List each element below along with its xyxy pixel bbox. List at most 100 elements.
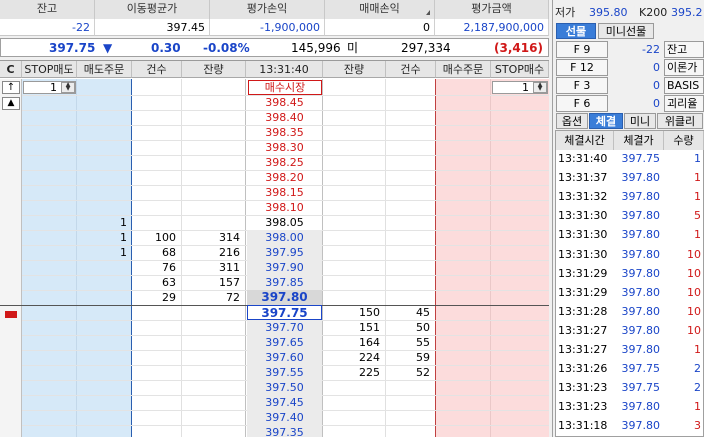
- futures-value: -22: [642, 43, 660, 56]
- bid-price[interactable]: 397.40: [247, 410, 322, 425]
- trade-price: 397.80: [621, 247, 661, 261]
- bid-remain: 225: [359, 366, 380, 379]
- balance-value: -22: [0, 19, 95, 36]
- ask-price[interactable]: 398.20: [247, 170, 322, 185]
- trade-qty: 1: [694, 228, 701, 242]
- ask-price[interactable]: 397.95: [247, 245, 322, 260]
- ob-header-time: 13:31:40: [246, 61, 323, 78]
- ask-price[interactable]: 398.00: [247, 230, 322, 245]
- low-value: 395.80: [589, 6, 628, 19]
- current-price-marker-icon: [5, 311, 17, 318]
- change-rate: -0.08%: [203, 41, 250, 55]
- futures-code[interactable]: F 6: [556, 95, 608, 112]
- futures-row[interactable]: F 3 0 BASIS: [556, 77, 704, 95]
- tab-mini[interactable]: 미니: [624, 113, 656, 129]
- k200-label: K200: [639, 6, 668, 19]
- trade-qty: 10: [687, 247, 701, 261]
- tab-futures[interactable]: 선물: [556, 23, 596, 39]
- ask-remain: 157: [219, 276, 240, 289]
- bid-price[interactable]: 397.35: [247, 425, 322, 437]
- futures-field-label: BASIS: [664, 77, 704, 94]
- trade-qty: 1: [694, 400, 701, 414]
- ask-count: 68: [162, 246, 176, 259]
- sort-triangle-icon: [426, 10, 430, 15]
- bid-price[interactable]: 397.60: [247, 350, 322, 365]
- trade-time: 13:31:30: [558, 228, 608, 242]
- trade-price: 397.80: [621, 419, 661, 433]
- bid-price[interactable]: 397.50: [247, 380, 322, 395]
- side-triangle-up-icon[interactable]: ▲: [2, 97, 20, 110]
- trade-time: 13:31:27: [558, 343, 608, 356]
- ask-price[interactable]: 397.80: [247, 290, 322, 305]
- open-interest: 297,334: [401, 41, 451, 55]
- ob-header-c[interactable]: C: [0, 61, 22, 78]
- bid-price[interactable]: 397.65: [247, 335, 322, 350]
- trade-time: 13:31:37: [558, 171, 608, 185]
- tab-trades[interactable]: 체결: [589, 113, 623, 129]
- futures-value: 0: [653, 79, 660, 92]
- header-eval-amount: 평가금액: [435, 0, 549, 19]
- trade-price: 397.80: [621, 266, 661, 280]
- trade-qty: 10: [687, 323, 701, 337]
- trade-time: 13:31:26: [558, 362, 608, 376]
- ask-price[interactable]: 398.05: [247, 215, 322, 230]
- stop-sell-spinner[interactable]: ▲ ▼: [61, 82, 75, 93]
- buy-remain-column: [323, 79, 386, 437]
- ask-order-count: 1: [120, 216, 127, 229]
- bid-count: 59: [416, 351, 430, 364]
- tab-mini-futures[interactable]: 미니선물: [598, 23, 654, 39]
- stop-sell-qty-value: 1: [50, 81, 57, 94]
- ask-price[interactable]: 397.90: [247, 260, 322, 275]
- stop-sell-column[interactable]: [22, 79, 77, 437]
- trade-time: 13:31:40: [558, 152, 608, 165]
- eval-amount-value: 2,187,900,000: [435, 19, 549, 36]
- stop-buy-column[interactable]: [491, 79, 549, 437]
- futures-row[interactable]: F 9 -22 잔고: [556, 41, 704, 59]
- trade-time: 13:31:18: [558, 419, 608, 433]
- trade-qty: 10: [687, 304, 701, 318]
- ob-header-sell-count: 건수: [132, 61, 182, 78]
- ask-price[interactable]: 398.45: [247, 95, 322, 110]
- ask-price[interactable]: 398.35: [247, 125, 322, 140]
- stop-buy-qty-value: 1: [522, 81, 529, 94]
- futures-row[interactable]: F 12 0 이론가: [556, 59, 704, 77]
- futures-code[interactable]: F 9: [556, 41, 608, 58]
- bid-price[interactable]: 397.75: [247, 305, 322, 320]
- bid-price[interactable]: 397.55: [247, 365, 322, 380]
- ask-price[interactable]: 397.85: [247, 275, 322, 290]
- ask-price[interactable]: 398.15: [247, 185, 322, 200]
- price-bar: 397.75 ▼ 0.30 -0.08% 145,996 미 297,334 (…: [0, 38, 549, 57]
- futures-row[interactable]: F 6 0 괴리율: [556, 95, 704, 113]
- ob-header-sell-remain: 잔량: [182, 61, 246, 78]
- bid-remain: 224: [359, 351, 380, 364]
- buy-order-column[interactable]: [436, 79, 491, 437]
- ob-header-stop-buy: STOP매수: [491, 61, 549, 78]
- side-up-arrow[interactable]: ↑: [2, 81, 20, 94]
- market-buy-button[interactable]: 매수시장: [248, 80, 322, 95]
- futures-field-label: 괴리율: [664, 95, 704, 112]
- futures-code[interactable]: F 3: [556, 77, 608, 94]
- stop-buy-qty-input[interactable]: 1 ▲ ▼: [492, 81, 548, 94]
- current-price: 397.75: [49, 41, 96, 55]
- ask-price[interactable]: 398.10: [247, 200, 322, 215]
- trade-price: 397.75: [621, 362, 661, 376]
- avg-price-value: 397.45: [95, 19, 210, 36]
- tab-options[interactable]: 옵션: [556, 113, 588, 129]
- stop-buy-spinner[interactable]: ▲ ▼: [533, 82, 547, 93]
- stop-sell-qty-input[interactable]: 1 ▲ ▼: [23, 81, 76, 94]
- ask-order-count: 1: [120, 246, 127, 259]
- ask-price[interactable]: 398.30: [247, 140, 322, 155]
- trades-table: 체결시간 체결가 수량 13:31:40 397.75 1 13:31:37 397.8…: [555, 130, 704, 437]
- trade-qty: 1: [694, 190, 701, 204]
- futures-code[interactable]: F 12: [556, 59, 608, 76]
- ask-price[interactable]: 398.40: [247, 110, 322, 125]
- ask-price[interactable]: 398.25: [247, 155, 322, 170]
- trade-time: 13:31:30: [558, 247, 608, 261]
- ob-header-buy-remain: 잔량: [323, 61, 386, 78]
- bid-remain: 164: [359, 336, 380, 349]
- ob-header-buy-order: 매수주문: [436, 61, 491, 78]
- bid-price[interactable]: 397.45: [247, 395, 322, 410]
- bid-price[interactable]: 397.70: [247, 320, 322, 335]
- tab-weekly[interactable]: 위클리: [657, 113, 703, 129]
- bid-count: 45: [416, 306, 430, 319]
